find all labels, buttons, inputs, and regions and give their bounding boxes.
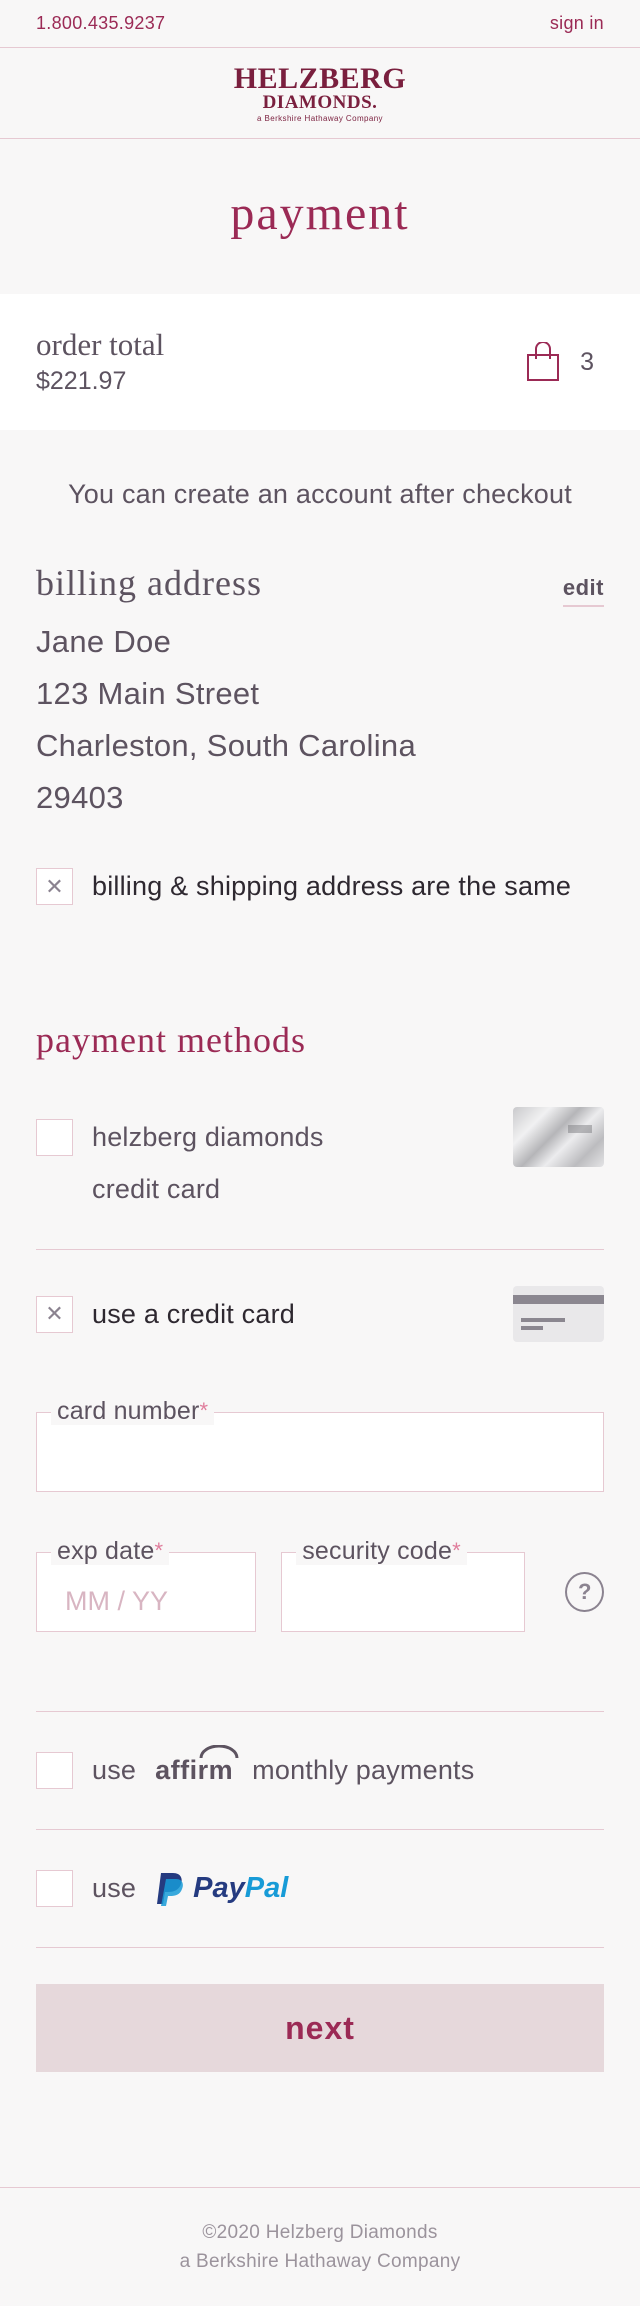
helzberg-card-label: helzberg diamonds credit card: [92, 1111, 324, 1215]
order-total: order total $221.97: [36, 328, 164, 395]
security-code-label: security code*: [296, 1537, 467, 1565]
same-address-checkbox[interactable]: ✕: [36, 868, 73, 905]
divider: [36, 1711, 604, 1712]
billing-address: Jane Doe 123 Main Street Charleston, Sou…: [36, 616, 604, 824]
logo-tagline: a Berkshire Hathaway Company: [257, 113, 383, 123]
helzberg-card-label-line2: credit card: [92, 1174, 221, 1204]
paypal-pal: Pal: [244, 1872, 289, 1904]
phone-link[interactable]: 1.800.435.9237: [36, 13, 165, 34]
order-summary-bar[interactable]: order total $221.97 3: [0, 294, 640, 430]
affirm-option[interactable]: use affirm monthly payments: [0, 1745, 640, 1789]
card-number-field[interactable]: card number*: [36, 1397, 604, 1492]
cart-count: 3: [580, 347, 594, 376]
billing-heading: billing address: [36, 563, 262, 603]
top-bar: 1.800.435.9237 sign in: [0, 0, 640, 48]
billing-zip: 29403: [36, 780, 124, 815]
logo-line1: HELZBERG: [233, 61, 407, 95]
helzberg-card-option[interactable]: helzberg diamonds credit card: [36, 1107, 604, 1215]
billing-section: billing address edit Jane Doe 123 Main S…: [0, 562, 640, 905]
order-total-amount: $221.97: [36, 366, 127, 395]
same-address-row[interactable]: ✕ billing & shipping address are the sam…: [36, 868, 604, 905]
helzberg-logo[interactable]: HELZBERG DIAMONDS. a Berkshire Hathaway …: [233, 61, 407, 123]
divider: [36, 1249, 604, 1250]
order-total-label: order total: [36, 327, 165, 363]
header: HELZBERG DIAMONDS. a Berkshire Hathaway …: [0, 48, 640, 139]
credit-card-checkbox[interactable]: ✕: [36, 1295, 73, 1333]
card-number-label: card number*: [51, 1397, 215, 1425]
next-button[interactable]: next: [36, 1984, 604, 2072]
divider: [36, 1829, 604, 1830]
credit-card-section: ✕ use a credit card card number* exp dat…: [0, 1286, 640, 1632]
paypal-logo: PayPal: [155, 1871, 288, 1907]
credit-card-icon: [513, 1286, 604, 1342]
security-code-help-icon[interactable]: ?: [565, 1572, 605, 1612]
affirm-arc-icon: [199, 1745, 239, 1759]
paypal-pay: Pay: [193, 1872, 245, 1904]
paypal-p-icon: [157, 1872, 184, 1906]
credit-card-option[interactable]: ✕ use a credit card: [36, 1286, 604, 1342]
payment-methods-heading: payment methods: [36, 1020, 306, 1060]
shopping-bag-icon: [527, 342, 560, 381]
account-note: You can create an account after checkout: [68, 479, 572, 509]
billing-street: 123 Main Street: [36, 676, 260, 711]
footer: ©2020 Helzberg Diamonds a Berkshire Hath…: [0, 2187, 640, 2306]
payment-methods-section: payment methods helzberg diamonds credit…: [0, 1019, 640, 1215]
paypal-use-label: use: [92, 1873, 137, 1903]
logo-line2: DIAMONDS.: [262, 91, 378, 113]
helzberg-card-image: [513, 1107, 604, 1167]
exp-date-label: exp date*: [51, 1537, 170, 1565]
edit-billing-link[interactable]: edit: [562, 575, 604, 607]
check-mark-icon: ✕: [45, 873, 64, 899]
affirm-use-label: use: [92, 1755, 137, 1785]
sign-in-link[interactable]: sign in: [550, 13, 604, 34]
billing-name: Jane Doe: [36, 624, 172, 659]
cart-bag[interactable]: 3: [526, 342, 604, 382]
affirm-logo: affirm: [155, 1745, 239, 1786]
credit-card-label: use a credit card: [92, 1298, 295, 1329]
footer-copyright: ©2020 Helzberg Diamonds: [202, 2222, 438, 2243]
page-title: payment: [230, 187, 410, 240]
helzberg-card-label-line1: helzberg diamonds: [92, 1122, 324, 1152]
paypal-option[interactable]: use PayPal: [0, 1870, 640, 1907]
footer-company: a Berkshire Hathaway Company: [179, 2251, 461, 2272]
paypal-checkbox[interactable]: [36, 1870, 73, 1907]
security-code-field[interactable]: security code*: [281, 1537, 526, 1632]
affirm-checkbox[interactable]: [36, 1752, 73, 1789]
exp-security-row: exp date* security code* ?: [36, 1537, 605, 1632]
exp-date-field[interactable]: exp date*: [36, 1537, 257, 1632]
affirm-suffix-label: monthly payments: [252, 1755, 475, 1785]
same-address-label: billing & shipping address are the same: [92, 871, 572, 901]
billing-city-state: Charleston, South Carolina: [36, 728, 417, 763]
divider: [36, 1947, 604, 1948]
helzberg-card-checkbox[interactable]: [36, 1119, 73, 1156]
check-mark-icon: ✕: [45, 1301, 64, 1326]
